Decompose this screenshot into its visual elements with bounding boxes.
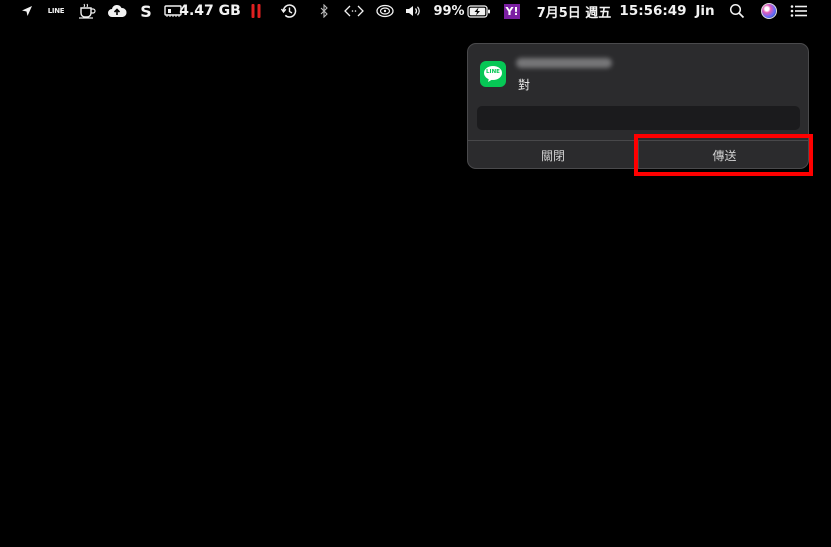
code-brackets-icon[interactable]: [342, 0, 366, 22]
red-bars-icon[interactable]: [248, 0, 264, 22]
line-app-icon: LINE: [480, 61, 506, 87]
swirl-icon[interactable]: [374, 0, 396, 22]
menu-bar: LINE S 4.47 GB 99% Y! 7月5日 週五 15:56:49 J…: [0, 0, 831, 22]
reply-input[interactable]: [477, 106, 800, 130]
date-text[interactable]: 7月5日 週五: [534, 0, 614, 22]
line-notification-banner[interactable]: LINE 對 關閉 傳送: [467, 43, 809, 169]
line-app-icon-label: LINE: [486, 69, 500, 75]
yahoo-icon[interactable]: Y!: [503, 0, 521, 22]
close-button[interactable]: 關閉: [468, 141, 638, 168]
coffee-cup-icon[interactable]: [76, 0, 98, 22]
sender-name-blurred: [516, 58, 612, 68]
spotlight-search-icon[interactable]: [727, 0, 747, 22]
notification-center-icon[interactable]: [787, 0, 811, 22]
user-name-text[interactable]: Jin: [693, 0, 717, 22]
s-app-label: S: [140, 1, 152, 21]
cloud-upload-icon[interactable]: [106, 0, 128, 22]
siri-icon[interactable]: [759, 0, 779, 22]
location-arrow-icon[interactable]: [18, 0, 36, 22]
line-menu-icon[interactable]: LINE: [46, 0, 66, 22]
send-button[interactable]: 傳送: [639, 141, 808, 168]
battery-percent-text[interactable]: 99%: [433, 0, 464, 22]
volume-icon[interactable]: [403, 0, 423, 22]
notification-message: 對: [518, 78, 531, 92]
s-app-icon[interactable]: S: [138, 0, 154, 22]
time-machine-icon[interactable]: [279, 0, 299, 22]
clock-text[interactable]: 15:56:49: [619, 0, 686, 22]
line-menu-label: LINE: [47, 7, 65, 15]
battery-charging-icon[interactable]: [466, 0, 492, 22]
memory-usage-text[interactable]: 4.47 GB: [179, 0, 241, 22]
bluetooth-icon[interactable]: [316, 0, 332, 22]
